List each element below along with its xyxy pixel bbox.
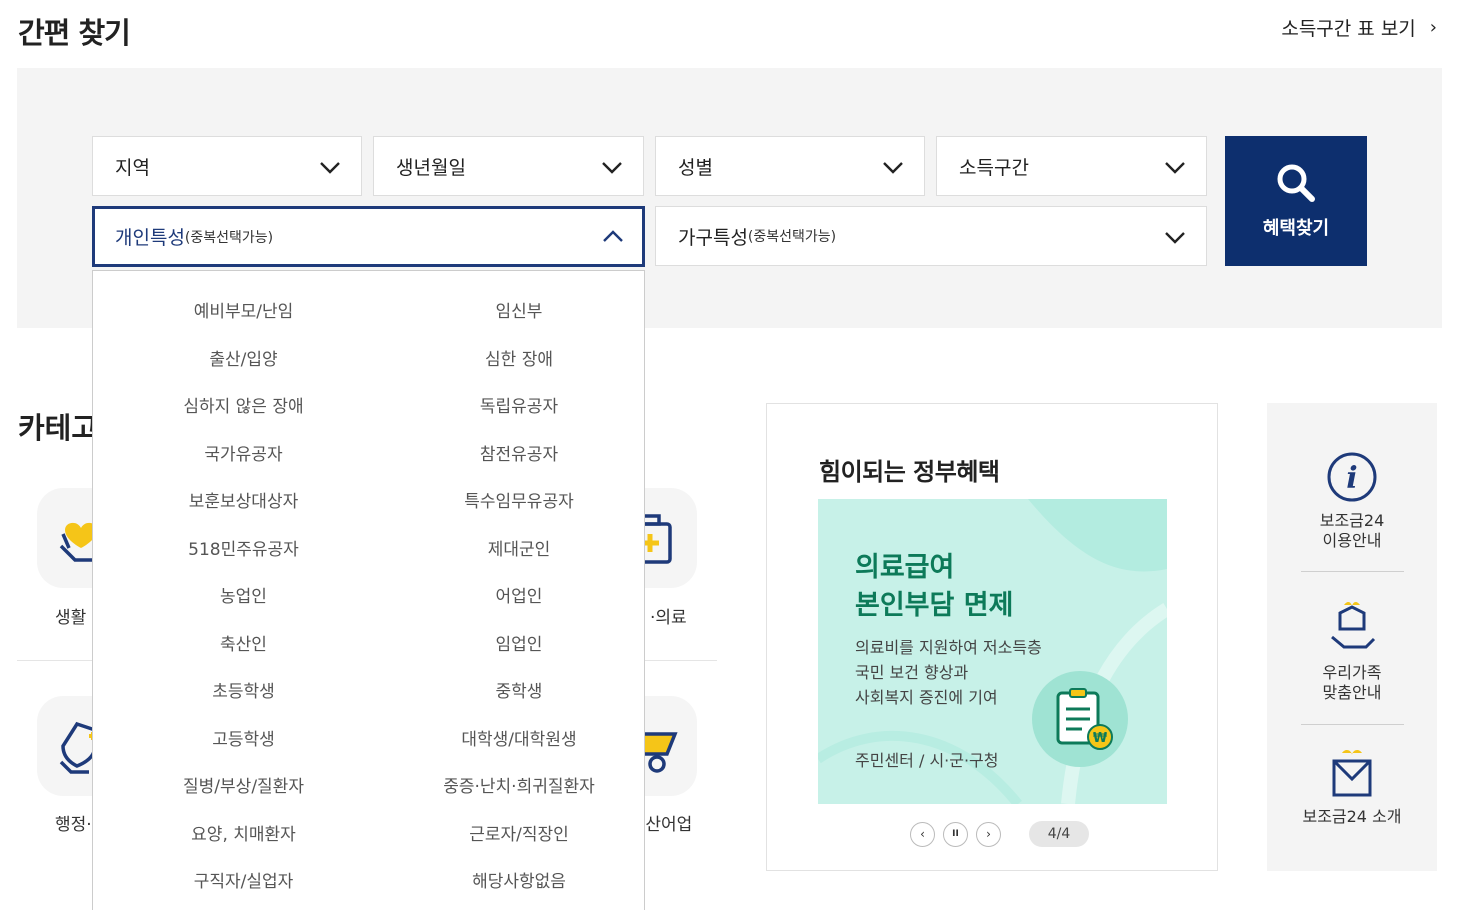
- carousel-next-button[interactable]: ›: [976, 821, 1001, 847]
- side-item2-line2: 맞춤안내: [1322, 683, 1382, 702]
- personal-trait-option[interactable]: 질병/부상/질환자: [93, 761, 394, 809]
- won-symbol: ₩: [1093, 731, 1108, 746]
- info-icon: i: [1327, 452, 1377, 502]
- chevron-down-icon: [883, 162, 903, 174]
- side-item-family-guide[interactable]: 우리가족 맞춤안내: [1267, 595, 1437, 703]
- category-label-living: 생활: [55, 608, 87, 628]
- search-icon: [1277, 164, 1315, 202]
- side-item-usage-guide[interactable]: i 보조금24 이용안내: [1267, 451, 1437, 551]
- household-trait-label: 가구특성: [678, 226, 748, 249]
- chevron-right-icon: ›: [986, 827, 991, 841]
- personal-trait-select[interactable]: 개인특성 (중복선택가능): [92, 206, 645, 267]
- income-select-label: 소득구간: [959, 156, 1029, 179]
- personal-trait-label: 개인특성: [115, 227, 185, 249]
- side-divider: [1301, 724, 1404, 725]
- personal-trait-option[interactable]: 예비부모/난임: [93, 286, 394, 334]
- region-select-label: 지역: [115, 156, 150, 179]
- category-label-admin: 행정·: [55, 815, 92, 835]
- personal-trait-option[interactable]: 중학생: [394, 666, 644, 714]
- clipboard-won-icon: ₩: [1032, 671, 1128, 767]
- page-title: 간편 찾기: [18, 16, 131, 50]
- side-item3-label: 보조금24 소개: [1302, 807, 1402, 826]
- personal-trait-option[interactable]: 보훈보상대상자: [93, 476, 394, 524]
- side-item2-line1: 우리가족: [1322, 663, 1382, 682]
- household-trait-select[interactable]: 가구특성 (중복선택가능): [655, 206, 1207, 266]
- carousel-pause-button[interactable]: II: [943, 821, 968, 847]
- personal-trait-option[interactable]: 근로자/직장인: [394, 809, 644, 857]
- side-quick-menu: i 보조금24 이용안내 우리가족 맞춤안내 보조금24 소개: [1267, 403, 1437, 871]
- personal-trait-option[interactable]: 농업인: [93, 571, 394, 619]
- income-select[interactable]: 소득구간: [936, 136, 1207, 196]
- gender-select[interactable]: 성별: [655, 136, 925, 196]
- income-table-link[interactable]: 소득구간 표 보기 ›: [1281, 14, 1437, 41]
- personal-trait-option[interactable]: 특수임무유공자: [394, 476, 644, 524]
- chevron-down-icon: [1165, 162, 1185, 174]
- chevron-left-icon: ‹: [920, 827, 925, 841]
- carousel-controls: ‹ II › 4/4: [910, 821, 1089, 847]
- benefit-search-label: 혜택찾기: [1262, 218, 1330, 239]
- side-item1-line1: 보조금24: [1319, 511, 1385, 530]
- banner-heading-line1: 의료급여: [855, 552, 955, 583]
- personal-trait-option[interactable]: 축산인: [93, 619, 394, 667]
- chevron-up-icon: [603, 230, 623, 242]
- personal-trait-sub: (중복선택가능): [184, 229, 274, 246]
- gift-hand-icon: [1331, 601, 1376, 649]
- personal-trait-option[interactable]: 초등학생: [93, 666, 394, 714]
- personal-trait-option[interactable]: 해당사항없음: [394, 856, 644, 904]
- gift-box-icon: [1332, 749, 1372, 797]
- personal-trait-option[interactable]: 고등학생: [93, 714, 394, 762]
- benefit-title: 힘이되는 정부혜택: [819, 458, 1000, 486]
- personal-trait-options: 예비부모/난임 임신부 출산/입양 심한 장애 심하지 않은 장애 독립유공자 국가유공자 참…: [93, 286, 646, 904]
- banner-description: 의료비를 지원하여 저소득층 국민 보건 향상과 사회복지 증진에 기여: [855, 635, 1042, 710]
- personal-trait-option[interactable]: 임신부: [394, 286, 644, 334]
- personal-trait-option[interactable]: 출산/입양: [93, 334, 394, 382]
- personal-trait-option[interactable]: 임업인: [394, 619, 644, 667]
- benefit-search-button[interactable]: 혜택찾기: [1225, 136, 1367, 266]
- birthdate-select[interactable]: 생년월일: [373, 136, 644, 196]
- carousel-pager: 4/4: [1029, 821, 1089, 847]
- banner-heading: 의료급여 본인부담 면제: [855, 549, 1013, 625]
- personal-trait-option[interactable]: 구직자/실업자: [93, 856, 394, 904]
- banner-desc-line1: 의료비를 지원하여 저소득층: [855, 638, 1042, 657]
- category-label-agriculture: ·산어업: [640, 815, 693, 835]
- banner-heading-line2: 본인부담 면제: [855, 590, 1014, 621]
- chevron-down-icon: [1165, 232, 1185, 244]
- side-divider: [1301, 571, 1404, 572]
- birthdate-select-label: 생년월일: [396, 156, 466, 179]
- banner-desc-line2: 국민 보건 향상과: [855, 663, 969, 682]
- region-select[interactable]: 지역: [92, 136, 362, 196]
- category-section-title: 카테고: [18, 411, 99, 445]
- personal-trait-option[interactable]: 참전유공자: [394, 429, 644, 477]
- benefit-banner[interactable]: 의료급여 본인부담 면제 의료비를 지원하여 저소득층 국민 보건 향상과 사회…: [818, 499, 1167, 804]
- category-label-health: ·의료: [650, 608, 687, 628]
- personal-trait-option[interactable]: 심한 장애: [394, 334, 644, 382]
- government-benefit-card: 힘이되는 정부혜택 의료급여 본인부담 면제 의료비를 지원하여 저소득층 국민…: [766, 403, 1218, 871]
- personal-trait-option[interactable]: 중증·난치·희귀질환자: [394, 761, 644, 809]
- banner-desc-line3: 사회복지 증진에 기여: [855, 688, 998, 707]
- side-item1-line2: 이용안내: [1322, 531, 1382, 550]
- side-item-introduction[interactable]: 보조금24 소개: [1267, 747, 1437, 827]
- personal-trait-dropdown: 예비부모/난임 임신부 출산/입양 심한 장애 심하지 않은 장애 독립유공자 국가유공자 참…: [92, 270, 645, 910]
- carousel-prev-button[interactable]: ‹: [910, 821, 935, 847]
- personal-trait-option[interactable]: 제대군인: [394, 524, 644, 572]
- chevron-right-icon: ›: [1429, 17, 1437, 38]
- chevron-down-icon: [602, 162, 622, 174]
- svg-text:i: i: [1346, 461, 1357, 496]
- household-trait-sub: (중복선택가능): [747, 229, 837, 245]
- personal-trait-option[interactable]: 독립유공자: [394, 381, 644, 429]
- income-table-link-label: 소득구간 표 보기: [1281, 18, 1416, 40]
- gender-select-label: 성별: [678, 156, 713, 179]
- personal-trait-option[interactable]: 518민주유공자: [93, 524, 394, 572]
- banner-footer: 주민센터 / 시·군·구청: [855, 751, 999, 770]
- personal-trait-option[interactable]: 대학생/대학원생: [394, 714, 644, 762]
- chevron-down-icon: [320, 162, 340, 174]
- personal-trait-option[interactable]: 어업인: [394, 571, 644, 619]
- personal-trait-option[interactable]: 요양, 치매환자: [93, 809, 394, 857]
- pause-icon: II: [952, 829, 959, 839]
- personal-trait-option[interactable]: 국가유공자: [93, 429, 394, 477]
- personal-trait-option[interactable]: 심하지 않은 장애: [93, 381, 394, 429]
